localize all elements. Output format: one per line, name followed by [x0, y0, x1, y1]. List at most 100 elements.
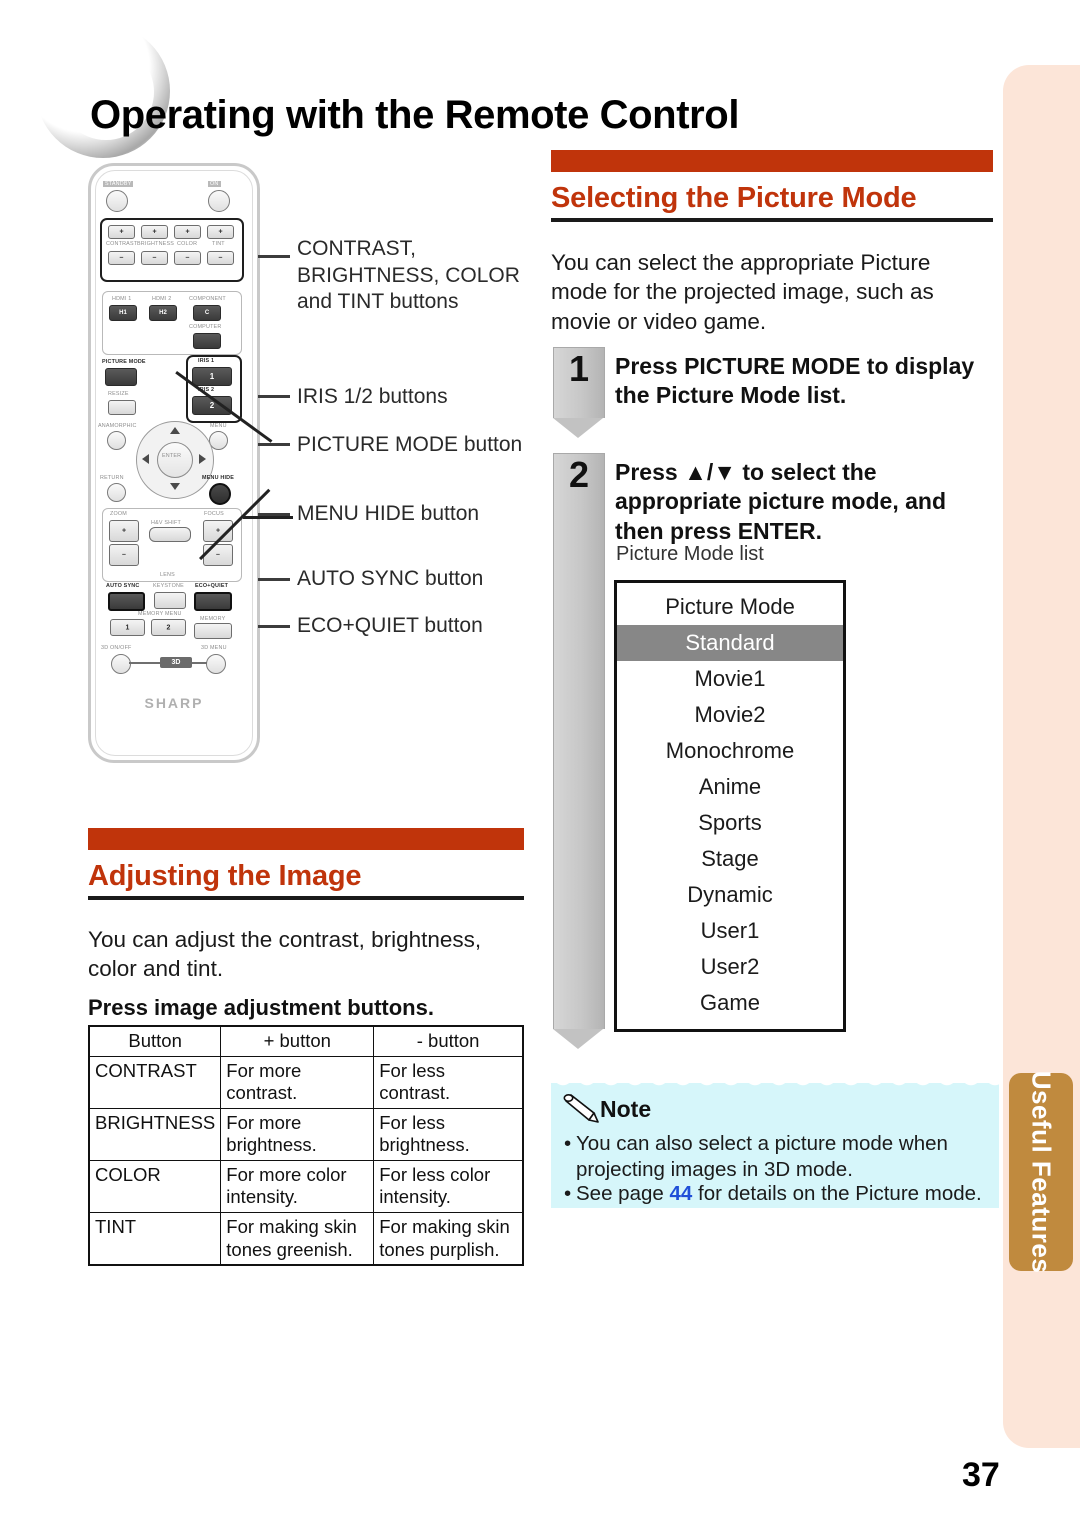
menu-hide-button[interactable]	[209, 483, 231, 505]
on-button[interactable]	[208, 190, 230, 212]
remote-label-resize: RESIZE	[108, 391, 129, 397]
memory-1-button[interactable]: 1	[110, 619, 145, 636]
picture-mode-item-sports[interactable]: Sports	[617, 805, 843, 841]
remote-label-menu: MENU	[210, 423, 227, 429]
iris2-glyph: 2	[209, 400, 215, 410]
plus-glyph: +	[218, 228, 223, 236]
memory-button[interactable]	[194, 623, 232, 639]
note-item-1: • You can also select a picture mode when…	[564, 1131, 991, 1182]
anamorphic-button[interactable]	[107, 431, 126, 450]
iris1-glyph: 1	[209, 371, 215, 381]
contrast-minus-button[interactable]: –	[108, 251, 135, 265]
return-button[interactable]	[107, 483, 126, 502]
remote-label-return: RETURN	[100, 475, 124, 481]
table-cell-plus: For making skin tones greenish.	[220, 1211, 375, 1266]
brightness-minus-button[interactable]: –	[141, 251, 168, 265]
note-page-reference[interactable]: 44	[669, 1182, 692, 1205]
keystone-button[interactable]	[154, 592, 186, 609]
table-cell-minus: For less contrast.	[373, 1055, 524, 1109]
color-minus-button[interactable]: –	[174, 251, 201, 265]
remote-label-on: ON	[208, 181, 221, 187]
remote-label-hdmi2: HDMI 2	[152, 296, 172, 302]
picture-mode-item-stage[interactable]: Stage	[617, 841, 843, 877]
plus-glyph: +	[185, 228, 190, 236]
step-1-number: 1	[568, 348, 590, 389]
minus-glyph: –	[119, 254, 124, 262]
contrast-plus-button[interactable]: +	[108, 225, 135, 239]
table-cell-button: CONTRAST	[88, 1055, 222, 1109]
picture-mode-item-dynamic[interactable]: Dynamic	[617, 877, 843, 913]
section-adjusting-the-image: Adjusting the Image	[88, 828, 524, 900]
picture-mode-button[interactable]	[105, 368, 137, 386]
picture-mode-item-anime[interactable]: Anime	[617, 769, 843, 805]
note-item-1-text: You can also select a picture mode when …	[576, 1132, 948, 1181]
remote-label-lens: LENS	[160, 572, 175, 578]
dpad-left-icon[interactable]	[142, 454, 149, 464]
plus-glyph: +	[119, 228, 124, 236]
resize-button[interactable]	[108, 400, 136, 415]
step-2-number: 2	[568, 454, 590, 495]
standby-button[interactable]	[106, 190, 128, 212]
picture-mode-item-standard[interactable]: Standard	[617, 625, 843, 661]
picture-mode-item-game[interactable]: Game	[617, 985, 843, 1021]
3d-menu-button[interactable]	[206, 654, 226, 674]
note-box-scallop-edge	[551, 1076, 999, 1090]
picture-mode-item-movie2[interactable]: Movie2	[617, 697, 843, 733]
zoom-plus-button[interactable]: +	[109, 520, 139, 542]
zoom-minus-button[interactable]: –	[109, 544, 139, 566]
picture-mode-item-user2[interactable]: User2	[617, 949, 843, 985]
section-accent-bar	[551, 150, 993, 172]
component-button[interactable]: C	[193, 305, 221, 321]
brightness-plus-button[interactable]: +	[141, 225, 168, 239]
remote-label-computer: COMPUTER	[189, 324, 222, 330]
dpad-right-icon[interactable]	[199, 454, 206, 464]
remote-label-contrast: CONTRAST	[106, 241, 138, 247]
table-row: BRIGHTNESS For more brightness. For less…	[88, 1107, 524, 1161]
remote-label-standby: STANDBY	[103, 181, 134, 187]
adjust-subheading: Press image adjustment buttons.	[88, 995, 434, 1020]
plus-glyph: +	[152, 228, 157, 236]
remote-label-focus: FOCUS	[204, 511, 224, 517]
enter-button[interactable]	[157, 442, 193, 478]
minus-glyph: –	[122, 551, 126, 559]
picture-mode-item-movie1[interactable]: Movie1	[617, 661, 843, 697]
table-cell-minus: For less color intensity.	[373, 1159, 524, 1213]
computer-button[interactable]	[193, 333, 221, 349]
color-plus-button[interactable]: +	[174, 225, 201, 239]
focus-minus-button[interactable]: –	[203, 544, 233, 566]
iris1-button[interactable]: 1	[192, 367, 232, 386]
auto-sync-button[interactable]	[108, 592, 145, 611]
remote-label-iris1: IRIS 1	[198, 358, 215, 364]
callout-label-picture-mode: PICTURE MODE button	[297, 433, 523, 456]
picture-mode-list[interactable]: Picture Mode Standard Movie1 Movie2 Mono…	[614, 580, 846, 1032]
table-cell-plus: For more contrast.	[220, 1055, 375, 1109]
hdmi1-glyph: H1	[119, 310, 127, 316]
hdmi2-button[interactable]: H2	[149, 305, 177, 321]
picture-mode-item-user1[interactable]: User1	[617, 913, 843, 949]
3d-onoff-button[interactable]	[111, 654, 131, 674]
table-header-row: Button + button - button	[88, 1025, 524, 1057]
adjust-intro-text: You can adjust the contrast, brightness,…	[88, 927, 482, 982]
table-cell-plus: For more color intensity.	[220, 1159, 375, 1213]
table-header-minus: - button	[373, 1025, 524, 1057]
picture-mode-item-monochrome[interactable]: Monochrome	[617, 733, 843, 769]
note-bullet: •	[564, 1182, 572, 1205]
dpad-down-icon[interactable]	[170, 483, 180, 490]
table-header-plus: + button	[220, 1025, 375, 1057]
hv-shift-button[interactable]	[149, 527, 191, 542]
callout-line-iris	[258, 395, 290, 398]
section-selecting-picture-mode: Selecting the Picture Mode	[551, 150, 993, 222]
tint-plus-button[interactable]: +	[207, 225, 234, 239]
hdmi1-button[interactable]: H1	[109, 305, 137, 321]
tint-minus-button[interactable]: –	[207, 251, 234, 265]
dpad-up-icon[interactable]	[170, 427, 180, 434]
step-2-text-a: Press	[615, 459, 685, 485]
leader-menu-hide	[243, 516, 293, 519]
3d-badge-label: 3D	[171, 658, 181, 666]
memory-2-button[interactable]: 2	[151, 619, 186, 636]
section-rule	[551, 218, 993, 222]
eco-quiet-button[interactable]	[194, 592, 232, 611]
step-1-text: Press PICTURE MODE to display the Pictur…	[615, 352, 995, 411]
memory-2-glyph: 2	[166, 624, 171, 631]
section-heading: Adjusting the Image	[88, 860, 362, 892]
